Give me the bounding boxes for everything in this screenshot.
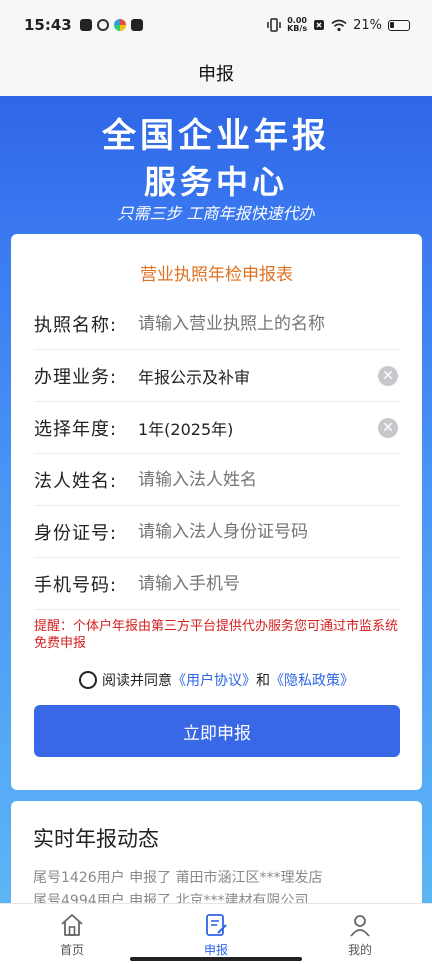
hero-subtitle: 只需三步 工商年报快速代办 (117, 204, 315, 223)
legal-person-label: 法人姓名: (34, 470, 118, 492)
submit-button[interactable]: 立即申报 (34, 705, 400, 757)
no-sim-icon (314, 20, 325, 30)
tab-declare[interactable]: 申报 (144, 904, 288, 964)
tiktok-icon (79, 19, 92, 31)
status-bar: 15:43 0.00 KB/s 21% (0, 0, 432, 50)
home-icon (61, 914, 83, 936)
id-number-label: 身份证号: (34, 522, 118, 544)
tab-declare-label: 申报 (203, 943, 228, 957)
vibrate-icon (267, 18, 281, 32)
tab-home[interactable]: 首页 (0, 904, 144, 964)
battery-icon (388, 19, 410, 31)
business-type-row[interactable]: 办理业务: 年报公示及补审 ✕ (34, 350, 400, 402)
phone-row: 手机号码: (34, 558, 400, 610)
tab-home-label: 首页 (59, 943, 84, 957)
license-name-row: 执照名称: (34, 298, 400, 350)
feed-title: 实时年报动态 (33, 827, 159, 851)
clear-icon[interactable]: ✕ (378, 417, 398, 438)
license-name-input[interactable] (138, 313, 400, 334)
app-ring-icon (96, 19, 109, 31)
page-title: 申报 (198, 64, 234, 85)
hero-title-line2: 服务中心 (143, 163, 288, 201)
id-number-input[interactable] (138, 521, 400, 542)
bottom-tab-bar: 首页 申报 我的 (0, 903, 432, 964)
legal-person-row: 法人姓名: (34, 454, 400, 506)
app-colorful-icon (113, 19, 126, 31)
year-select-row[interactable]: 选择年度: 1年(2025年) ✕ (34, 402, 400, 454)
status-time: 15:43 (24, 16, 72, 34)
notification-icons (79, 19, 143, 31)
status-right: 0.00 KB/s 21% (267, 17, 410, 33)
user-icon (350, 915, 370, 937)
tab-mine-label: 我的 (347, 943, 372, 957)
license-name-label: 执照名称: (34, 314, 118, 336)
phone-label: 手机号码: (34, 574, 118, 596)
tab-mine[interactable]: 我的 (288, 904, 432, 964)
message-icon (130, 19, 143, 31)
home-indicator (130, 957, 302, 961)
legal-person-input[interactable] (138, 469, 400, 490)
user-agreement-link[interactable]: 《用户协议》 (172, 670, 256, 690)
year-select-value[interactable]: 1年(2025年) (138, 416, 378, 440)
agree-and-text: 和 (256, 673, 270, 689)
privacy-policy-link[interactable]: 《隐私政策》 (270, 670, 354, 690)
id-number-row: 身份证号: (34, 506, 400, 558)
form-title: 营业执照年检申报表 (140, 265, 293, 285)
wifi-icon (331, 19, 347, 31)
business-type-label: 办理业务: (34, 366, 118, 388)
agreement-row: 阅读并同意 《用户协议》 和 《隐私政策》 (11, 670, 422, 690)
notice-text: 提醒：个体户年报由第三方平台提供代办服务您可通过市监系统免费申报 (34, 619, 399, 651)
year-select-label: 选择年度: (34, 418, 118, 440)
feed-item: 尾号1426用户 申报了 莆田市涵江区***理发店 (33, 870, 323, 886)
business-type-value[interactable]: 年报公示及补审 (138, 364, 378, 388)
form-card: 营业执照年检申报表 执照名称: 办理业务: 年报公示及补审 ✕ 选择年度: 1年… (11, 234, 422, 790)
agree-text: 阅读并同意 (102, 673, 172, 689)
agree-radio[interactable] (79, 671, 97, 689)
clear-icon[interactable]: ✕ (378, 365, 398, 386)
nav-bar: 申报 (0, 50, 432, 96)
battery-percent: 21% (353, 17, 382, 33)
network-speed: 0.00 KB/s (287, 17, 307, 33)
phone-input[interactable] (138, 573, 400, 594)
form-icon (206, 914, 227, 936)
hero-title: 全国企业年报 (102, 116, 330, 156)
speed-unit: KB/s (287, 24, 308, 33)
